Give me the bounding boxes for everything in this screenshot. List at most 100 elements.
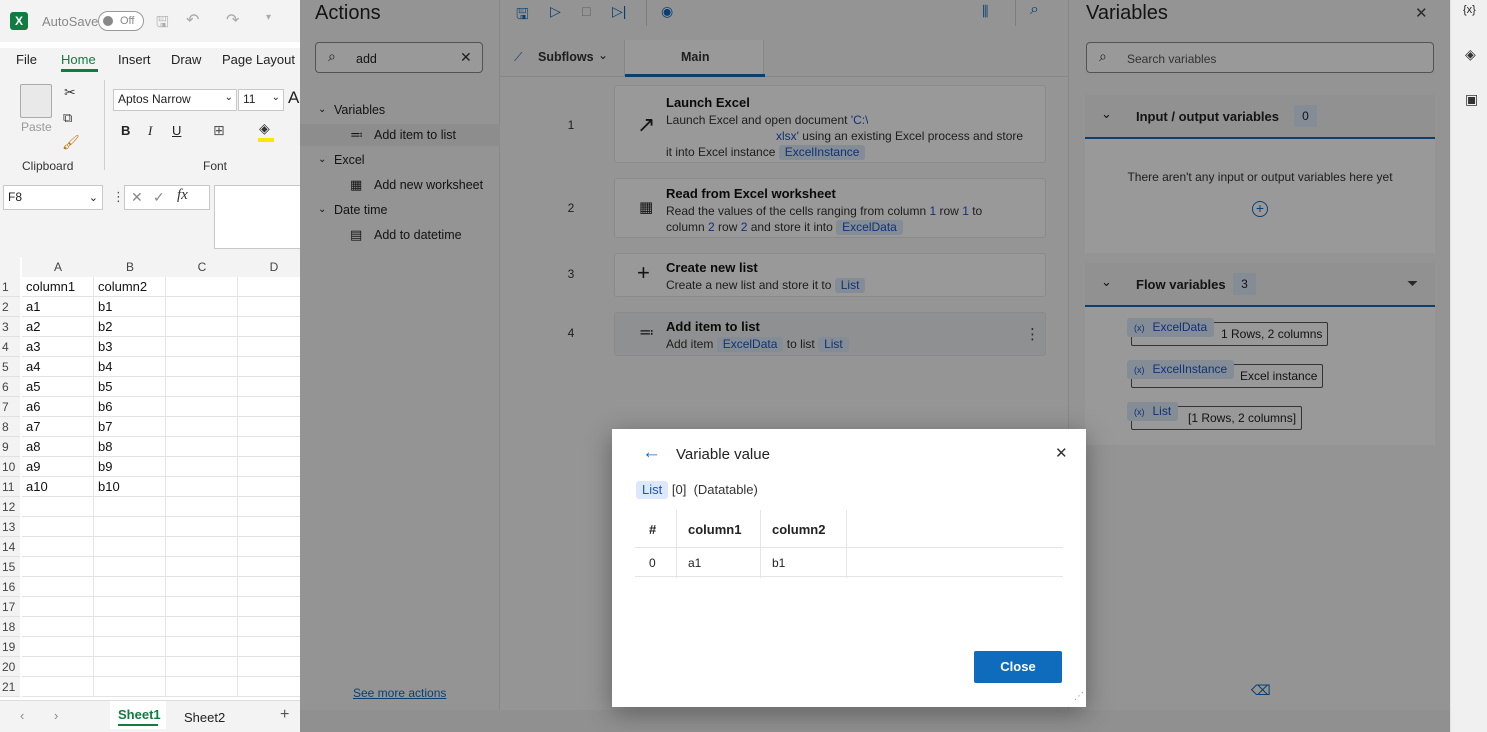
italic-button[interactable]: I [148,123,152,139]
borders-icon[interactable]: ⊞ [213,122,225,139]
grid-cell[interactable] [94,537,166,557]
underline-button[interactable]: U [172,123,181,138]
grid-cell[interactable] [166,457,238,477]
grid-cell[interactable] [166,557,238,577]
insert-function-button[interactable]: fx [177,187,188,204]
grid-cell[interactable] [166,297,238,317]
tab-insert[interactable]: Insert [118,52,151,67]
grid-cell[interactable] [238,317,300,337]
grid-cell[interactable]: b10 [94,477,166,497]
grid-cell[interactable] [238,537,300,557]
grid-cell[interactable] [238,417,300,437]
tab-home[interactable]: Home [61,52,96,67]
grid-cell[interactable]: column2 [94,277,166,297]
format-painter-icon[interactable]: 🖌 [62,134,80,151]
grid-cell[interactable] [22,637,94,657]
grid-cell[interactable] [94,577,166,597]
grid-cell[interactable] [166,357,238,377]
grid-cell[interactable] [238,677,300,697]
font-name-select[interactable]: Aptos Narrow ⌄ [113,89,237,111]
redo-icon[interactable]: ↷ [226,10,239,30]
row-header[interactable]: 15 [0,557,20,577]
grid-cell[interactable] [166,677,238,697]
select-all-corner[interactable] [0,257,20,277]
grid-cell[interactable] [22,537,94,557]
column-header-b[interactable]: B [94,257,166,277]
grid-cell[interactable] [22,497,94,517]
row-header[interactable]: 6 [0,377,20,397]
layers-icon[interactable]: ◈ [1465,46,1476,63]
paste-label[interactable]: Paste [21,120,52,134]
grid-cell[interactable] [166,437,238,457]
row-header[interactable]: 11 [0,477,20,497]
grid-cell[interactable]: a4 [22,357,94,377]
grid-cell[interactable]: b7 [94,417,166,437]
grid-cell[interactable] [166,517,238,537]
grid-cell[interactable]: a1 [22,297,94,317]
grid-cell[interactable]: a7 [22,417,94,437]
row-header[interactable]: 14 [0,537,20,557]
grid-cell[interactable] [166,277,238,297]
grid-cell[interactable] [238,297,300,317]
grid-cell[interactable] [238,277,300,297]
row-header[interactable]: 12 [0,497,20,517]
tab-file[interactable]: File [16,52,37,67]
undo-icon[interactable]: ↶ [186,10,199,30]
grid-cell[interactable]: a3 [22,337,94,357]
row-header[interactable]: 20 [0,657,20,677]
row-header[interactable]: 7 [0,397,20,417]
increase-font-icon[interactable]: A [288,88,299,108]
grid-cell[interactable]: b9 [94,457,166,477]
copy-icon[interactable]: ⧉ [63,110,72,126]
formula-input[interactable] [214,185,300,249]
bold-button[interactable]: B [121,123,130,138]
grid-cell[interactable] [94,557,166,577]
row-header[interactable]: 9 [0,437,20,457]
scroll-right-icon[interactable]: › [54,708,58,723]
grid-cell[interactable]: b3 [94,337,166,357]
close-button[interactable]: Close [974,651,1062,683]
grid-cell[interactable] [22,597,94,617]
resize-handle-icon[interactable]: ⋰ [1074,691,1084,702]
grid-cell[interactable] [238,637,300,657]
tab-draw[interactable]: Draw [171,52,201,67]
grid-cell[interactable]: a5 [22,377,94,397]
grid-cell[interactable]: column1 [22,277,94,297]
grid-cell[interactable]: b8 [94,437,166,457]
grid-cell[interactable] [166,597,238,617]
grid-cell[interactable] [94,617,166,637]
grid-cell[interactable]: a9 [22,457,94,477]
autosave-toggle[interactable]: Off [98,11,144,31]
grid-cell[interactable] [94,677,166,697]
grid-cell[interactable]: b5 [94,377,166,397]
row-header[interactable]: 5 [0,357,20,377]
grid-cell[interactable] [238,617,300,637]
column-header-index[interactable]: # [649,522,656,537]
grid-cell[interactable] [238,337,300,357]
customize-qat-icon[interactable]: ▾ [266,12,271,23]
paste-icon[interactable] [20,84,52,118]
column-header-c[interactable]: C [166,257,238,277]
tab-page-layout[interactable]: Page Layout [222,52,295,67]
scroll-left-icon[interactable]: ‹ [20,708,24,723]
sheet-tab-sheet1[interactable]: Sheet1 [110,701,166,729]
grid-cell[interactable]: a2 [22,317,94,337]
worksheet-grid[interactable]: A B C D 1 column1 column2 2 a1 b1 3 a2 b2 4 a3 b3 5 a… [0,257,300,700]
table-row[interactable]: 0 a1 b1 [635,548,1063,577]
row-header[interactable]: 4 [0,337,20,357]
grid-cell[interactable]: a10 [22,477,94,497]
grid-cell[interactable] [166,577,238,597]
grid-cell[interactable] [166,657,238,677]
column-header-a[interactable]: A [22,257,94,277]
name-box[interactable]: F8 ⌄ [3,185,103,210]
grid-cell[interactable] [166,337,238,357]
grid-cell[interactable] [22,617,94,637]
row-header[interactable]: 3 [0,317,20,337]
grid-cell[interactable] [238,357,300,377]
row-header[interactable]: 10 [0,457,20,477]
variables-rail-icon[interactable]: {x} [1463,4,1476,16]
grid-cell[interactable] [166,397,238,417]
grid-cell[interactable] [166,537,238,557]
grid-cell[interactable] [22,557,94,577]
grid-cell[interactable] [238,437,300,457]
